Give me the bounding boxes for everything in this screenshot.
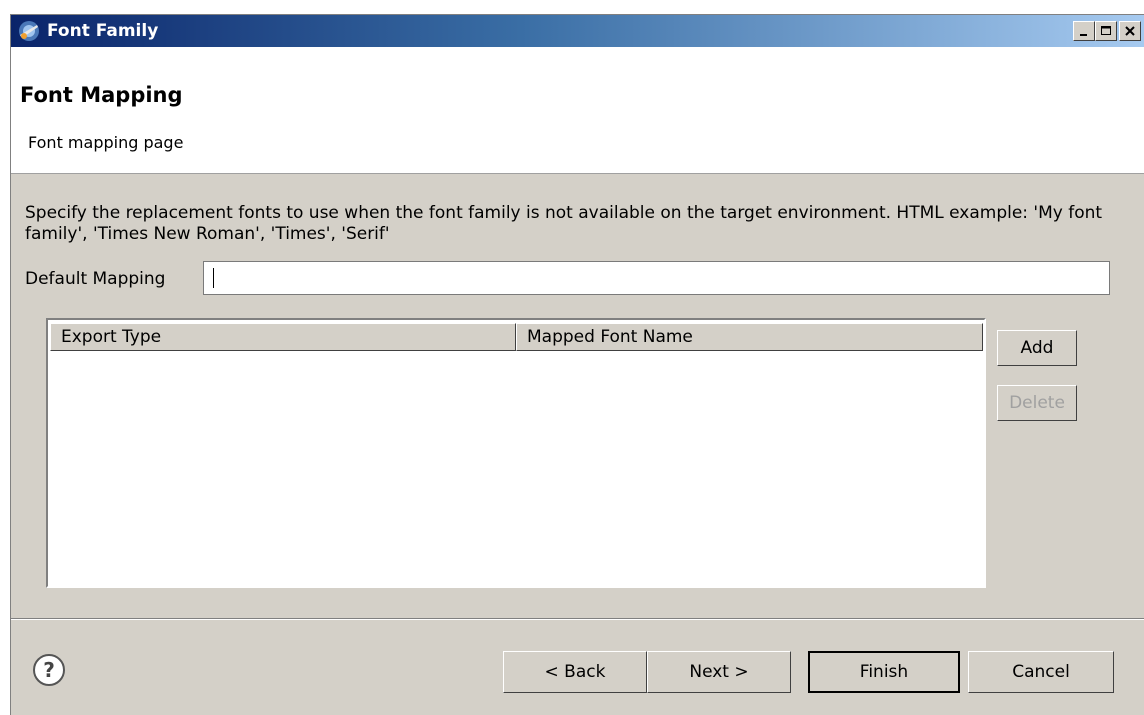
finish-button[interactable]: Finish — [808, 651, 960, 693]
minimize-button[interactable] — [1073, 21, 1095, 41]
eclipse-app-icon — [17, 19, 41, 43]
back-button[interactable]: < Back — [503, 651, 647, 693]
svg-text:?: ? — [43, 658, 55, 682]
footer-separator — [11, 618, 1144, 620]
default-mapping-input[interactable] — [203, 261, 1110, 295]
maximize-icon — [1096, 25, 1116, 37]
next-button[interactable]: Next > — [647, 651, 791, 693]
close-button[interactable] — [1119, 21, 1141, 41]
title-bar[interactable]: Font Family — [11, 15, 1144, 47]
delete-button[interactable]: Delete — [997, 385, 1077, 421]
window-title: Font Family — [47, 21, 159, 41]
column-header-mapped-font-name[interactable]: Mapped Font Name — [516, 323, 983, 351]
help-icon[interactable]: ? — [32, 653, 66, 687]
cancel-button[interactable]: Cancel — [968, 651, 1114, 693]
font-family-dialog: Font Family Font Mapping Font mapping pa… — [10, 14, 1144, 715]
add-button[interactable]: Add — [997, 330, 1077, 366]
maximize-button[interactable] — [1095, 21, 1117, 41]
default-mapping-label: Default Mapping — [25, 269, 166, 289]
column-header-export-type[interactable]: Export Type — [50, 323, 516, 351]
page-title: Font Mapping — [20, 83, 183, 107]
font-mapping-table[interactable]: Export Type Mapped Font Name — [46, 318, 986, 588]
close-icon — [1120, 25, 1140, 37]
wizard-header: Font Mapping Font mapping page — [11, 47, 1144, 174]
text-cursor — [213, 268, 214, 288]
page-subtitle: Font mapping page — [28, 133, 184, 152]
description-text: Specify the replacement fonts to use whe… — [25, 203, 1103, 244]
minimize-icon — [1074, 25, 1094, 37]
